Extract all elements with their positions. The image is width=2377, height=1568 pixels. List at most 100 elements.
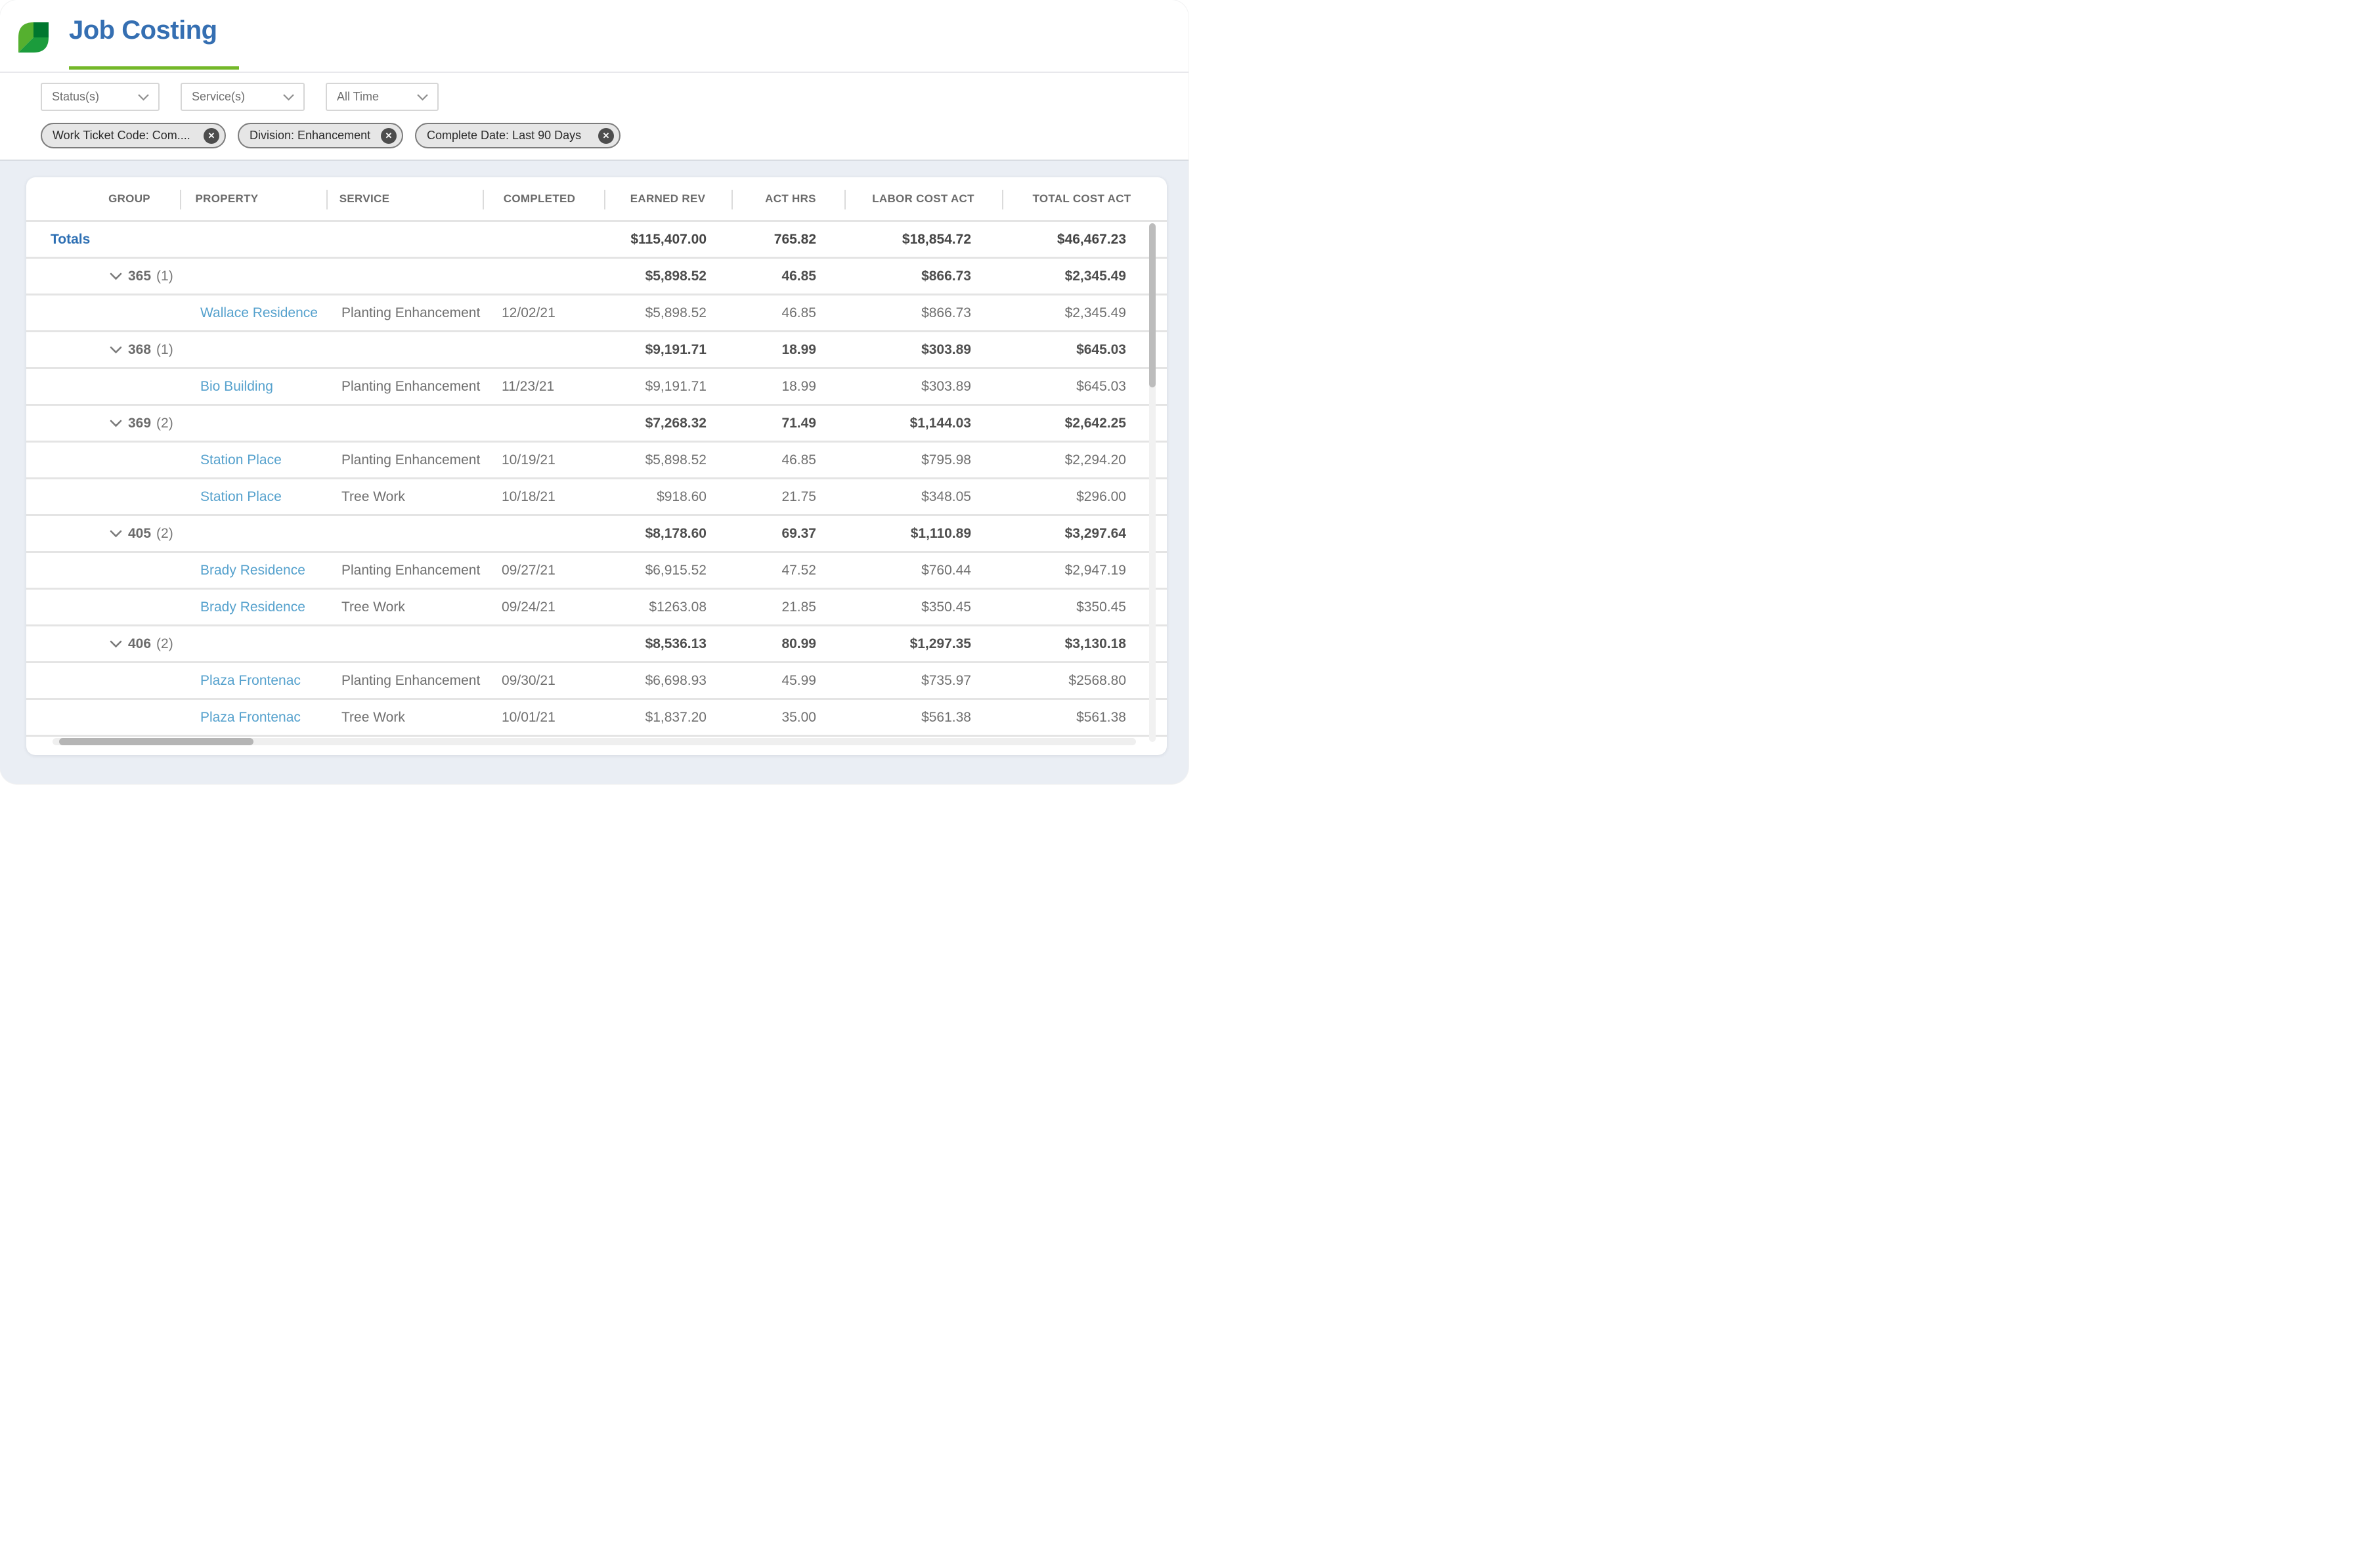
- column-header-service[interactable]: SERVICE: [326, 192, 483, 206]
- dropdown-label: All Time: [337, 90, 380, 103]
- vertical-scrollbar-thumb[interactable]: [1149, 223, 1156, 387]
- act-hrs: 18.99: [781, 378, 816, 394]
- act-hrs: 45.99: [781, 672, 816, 688]
- completed-date: 11/23/21: [502, 378, 555, 394]
- chip-row: Work Ticket Code: Com.... ✕ Division: En…: [41, 123, 1188, 148]
- property-link[interactable]: Brady Residence: [200, 599, 305, 615]
- earned-rev: $5,898.52: [645, 305, 707, 320]
- column-header-earned-rev[interactable]: EARNED REV: [604, 192, 731, 206]
- header-divider: [844, 190, 846, 209]
- table-row: Station Place Tree Work 10/18/21 $918.60…: [26, 479, 1167, 516]
- property-link[interactable]: Station Place: [200, 452, 282, 468]
- earned-rev: $6,915.52: [645, 562, 707, 578]
- completed-date: 09/24/21: [502, 599, 556, 615]
- labor-cost-act: $350.45: [921, 599, 971, 615]
- earned-rev: $1,837.20: [645, 709, 707, 725]
- horizontal-scrollbar-thumb[interactable]: [59, 738, 253, 745]
- horizontal-scrollbar-track[interactable]: [53, 738, 1136, 745]
- group-row[interactable]: 368 (1) $9,191.71 18.99 $303.89 $645.03: [26, 332, 1167, 369]
- totals-labor-cost-act: $18,854.72: [902, 231, 971, 247]
- status-filter-dropdown[interactable]: Status(s): [41, 83, 160, 111]
- chip-complete-date[interactable]: Complete Date: Last 90 Days ✕: [415, 123, 621, 148]
- property-link[interactable]: Bio Building: [200, 379, 273, 394]
- remove-filter-icon[interactable]: ✕: [381, 127, 397, 144]
- job-costing-table-card: GROUP PROPERTY SERVICE COMPLETED EARNED …: [26, 177, 1167, 755]
- earned-rev: $6,698.93: [645, 672, 707, 688]
- header-divider: [731, 190, 733, 209]
- column-header-group[interactable]: GROUP: [26, 192, 180, 206]
- property-link[interactable]: Plaza Frontenac: [200, 710, 301, 725]
- completed-date: 10/01/21: [502, 709, 556, 725]
- chevron-down-icon: [138, 94, 149, 100]
- service-label: Tree Work: [341, 709, 405, 725]
- labor-cost-act: $1,144.03: [909, 415, 971, 431]
- group-label: 405: [128, 525, 152, 541]
- group-count: (2): [156, 415, 173, 431]
- service-label: Tree Work: [341, 599, 405, 615]
- total-cost-act: $2,642.25: [1064, 415, 1126, 431]
- group-row[interactable]: 406 (2) $8,536.13 80.99 $1,297.35 $3,130…: [26, 626, 1167, 663]
- completed-date: 10/18/21: [502, 489, 556, 504]
- chevron-down-icon[interactable]: [110, 420, 122, 427]
- column-header-labor-cost-act[interactable]: LABOR COST ACT: [844, 192, 1002, 206]
- group-row[interactable]: 365 (1) $5,898.52 46.85 $866.73 $2,345.4…: [26, 259, 1167, 295]
- table-row: Plaza Frontenac Planting Enhancement 09/…: [26, 663, 1167, 700]
- chevron-down-icon[interactable]: [110, 640, 122, 648]
- labor-cost-act: $303.89: [921, 341, 971, 357]
- totals-earned-rev: $115,407.00: [630, 231, 707, 247]
- earned-rev: $1263.08: [649, 599, 707, 615]
- chip-label: Division: Enhancement: [250, 129, 371, 142]
- app-window: Job Costing Status(s) Service(s) All Tim…: [0, 0, 1188, 784]
- labor-cost-act: $561.38: [921, 709, 971, 725]
- table-row: Station Place Planting Enhancement 10/19…: [26, 443, 1167, 479]
- service-label: Planting Enhancement: [341, 452, 481, 468]
- header-divider: [180, 190, 181, 209]
- header-divider: [326, 190, 328, 209]
- earned-rev: $8,178.60: [645, 525, 707, 541]
- labor-cost-act: $866.73: [921, 305, 971, 320]
- column-header-property[interactable]: PROPERTY: [180, 192, 326, 206]
- column-header-completed[interactable]: COMPLETED: [483, 192, 604, 206]
- property-link[interactable]: Station Place: [200, 489, 282, 504]
- table-row: Brady Residence Tree Work 09/24/21 $1263…: [26, 590, 1167, 626]
- column-header-total-cost-act[interactable]: TOTAL COST ACT: [1002, 192, 1167, 206]
- table-row: Brady Residence Planting Enhancement 09/…: [26, 553, 1167, 590]
- chip-label: Work Ticket Code: Com....: [53, 129, 190, 142]
- column-header-act-hrs[interactable]: ACT HRS: [731, 192, 844, 206]
- act-hrs: 46.85: [781, 268, 816, 284]
- property-link[interactable]: Brady Residence: [200, 563, 305, 578]
- total-cost-act: $2,345.49: [1064, 268, 1126, 284]
- labor-cost-act: $866.73: [921, 268, 971, 284]
- group-label: 365: [128, 268, 152, 284]
- remove-filter-icon[interactable]: ✕: [598, 127, 614, 144]
- content-area: GROUP PROPERTY SERVICE COMPLETED EARNED …: [0, 161, 1188, 755]
- chevron-down-icon[interactable]: [110, 530, 122, 538]
- group-row[interactable]: 369 (2) $7,268.32 71.49 $1,144.03 $2,642…: [26, 406, 1167, 443]
- group-row[interactable]: 405 (2) $8,178.60 69.37 $1,110.89 $3,297…: [26, 516, 1167, 553]
- property-link[interactable]: Wallace Residence: [200, 305, 318, 320]
- service-filter-dropdown[interactable]: Service(s): [181, 83, 305, 111]
- group-count: (1): [156, 341, 173, 357]
- total-cost-act: $3,130.18: [1064, 636, 1126, 651]
- time-filter-dropdown[interactable]: All Time: [326, 83, 439, 111]
- total-cost-act: $2,294.20: [1064, 452, 1126, 468]
- remove-filter-icon[interactable]: ✕: [204, 127, 219, 144]
- act-hrs: 21.75: [781, 489, 816, 504]
- property-link[interactable]: Plaza Frontenac: [200, 673, 301, 688]
- app-header: Job Costing: [0, 0, 1188, 73]
- chip-division[interactable]: Division: Enhancement ✕: [238, 123, 403, 148]
- header-divider: [483, 190, 484, 209]
- page-title: Job Costing: [69, 16, 217, 45]
- table-header: GROUP PROPERTY SERVICE COMPLETED EARNED …: [26, 177, 1167, 222]
- chevron-down-icon: [417, 94, 428, 100]
- earned-rev: $918.60: [657, 489, 707, 504]
- chip-work-ticket-code[interactable]: Work Ticket Code: Com.... ✕: [41, 123, 226, 148]
- service-label: Planting Enhancement: [341, 672, 481, 688]
- vertical-scrollbar-track[interactable]: [1149, 223, 1156, 742]
- act-hrs: 21.85: [781, 599, 816, 615]
- total-cost-act: $645.03: [1076, 378, 1126, 394]
- service-label: Planting Enhancement: [341, 378, 481, 394]
- group-count: (2): [156, 525, 173, 541]
- chevron-down-icon[interactable]: [110, 272, 122, 280]
- chevron-down-icon[interactable]: [110, 346, 122, 354]
